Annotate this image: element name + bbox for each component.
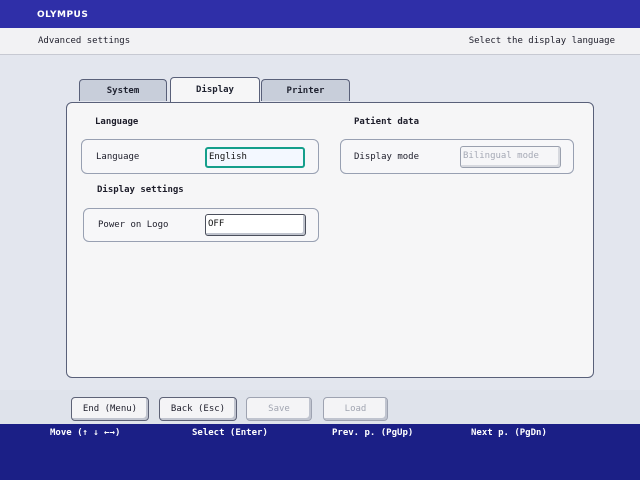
load-button: Load xyxy=(323,397,388,421)
tab-system[interactable]: System xyxy=(79,79,167,101)
instruction-text: Select the display language xyxy=(468,36,615,46)
brand-logo: OLYMPUS xyxy=(37,10,89,20)
back-label: Back (Esc) xyxy=(170,404,226,414)
end-menu-label: End (Menu) xyxy=(82,404,138,414)
save-button: Save xyxy=(246,397,312,421)
patient-data-group: Display mode Bilingual mode xyxy=(340,139,574,174)
select-hint: Select (Enter) xyxy=(192,428,268,438)
next-page-hint: Next p. (PgDn) xyxy=(471,428,547,438)
display-settings-group: Power on Logo OFF xyxy=(83,208,319,242)
display-mode-label: Display mode xyxy=(354,152,420,162)
save-label: Save xyxy=(268,404,290,414)
tab-display[interactable]: Display xyxy=(170,77,260,102)
back-button[interactable]: Back (Esc) xyxy=(159,397,237,421)
language-group: Language English xyxy=(81,139,319,174)
tab-display-label: Display xyxy=(196,85,234,95)
tab-system-label: System xyxy=(106,86,140,96)
display-settings-title: Display settings xyxy=(97,185,184,195)
prev-page-hint: Prev. p. (PgUp) xyxy=(332,428,414,438)
language-value: English xyxy=(209,152,247,162)
language-select[interactable]: English xyxy=(205,147,305,168)
power-on-logo-label: Power on Logo xyxy=(98,220,169,230)
power-on-logo-value: OFF xyxy=(208,219,225,229)
patient-data-title: Patient data xyxy=(354,117,420,127)
load-label: Load xyxy=(344,404,367,414)
screen: OLYMPUS Advanced settings Select the dis… xyxy=(0,0,640,480)
tab-printer-label: Printer xyxy=(286,86,325,96)
title-bar: Advanced settings Select the display lan… xyxy=(0,28,640,55)
end-menu-button[interactable]: End (Menu) xyxy=(71,397,149,421)
move-hint: Move (↑ ↓ ←→) xyxy=(50,428,121,438)
display-mode-select: Bilingual mode xyxy=(460,146,561,168)
display-mode-value: Bilingual mode xyxy=(463,151,539,161)
language-section-title: Language xyxy=(95,117,139,127)
language-label: Language xyxy=(96,152,140,162)
settings-panel: Language Language English Display settin… xyxy=(66,102,594,378)
power-on-logo-select[interactable]: OFF xyxy=(205,214,306,236)
page-title: Advanced settings xyxy=(38,36,131,46)
tab-printer[interactable]: Printer xyxy=(261,79,350,101)
top-brand-bar: OLYMPUS xyxy=(0,0,640,28)
